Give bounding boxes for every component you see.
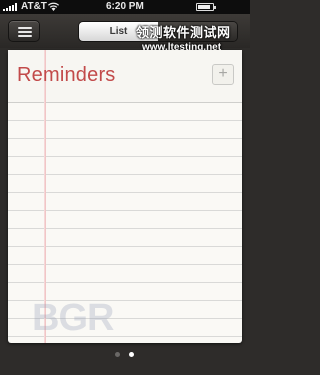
page-dot-1: [115, 352, 120, 357]
menu-button[interactable]: [8, 20, 40, 42]
list-title: Reminders: [17, 64, 116, 86]
bgr-watermark-logo: BGR: [32, 297, 114, 339]
page-control[interactable]: [113, 352, 137, 358]
menu-icon: [18, 27, 32, 29]
status-bar: AT&T 6:20 PM: [0, 0, 250, 14]
reminders-list-paper: Reminders + BGR: [8, 50, 242, 343]
navigation-bar: List 领测软件测试网 www.ltesting.net: [0, 14, 250, 53]
carrier-name: AT&T: [21, 1, 47, 12]
watermark-chinese-text: 领测软件测试网: [136, 25, 231, 40]
add-reminder-button[interactable]: +: [212, 64, 234, 85]
signal-strength-icon: [3, 3, 19, 11]
status-time: 6:20 PM: [106, 1, 144, 12]
battery-icon: [196, 3, 216, 11]
wifi-icon: [48, 2, 59, 14]
page-dot-2-active: [129, 352, 134, 357]
